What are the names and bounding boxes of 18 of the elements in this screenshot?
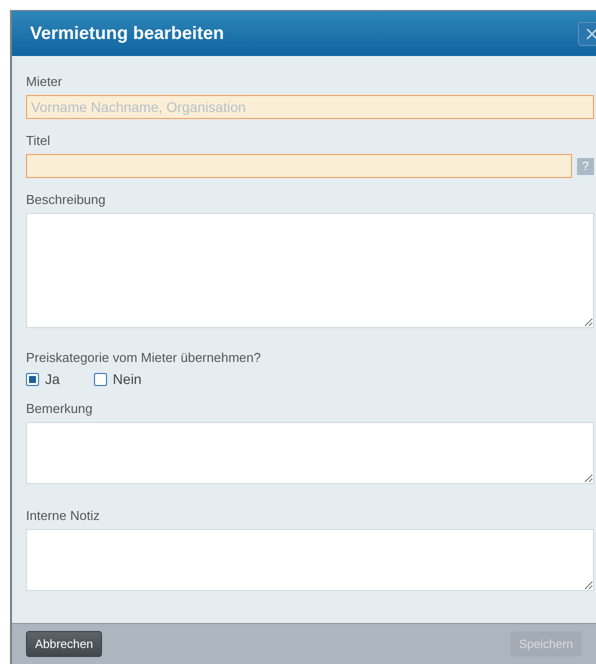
text-field[interactable]	[26, 154, 572, 178]
checkbox[interactable]	[26, 372, 39, 386]
text-area[interactable]	[26, 422, 594, 484]
text-area[interactable]	[26, 213, 594, 328]
field-label: Interne Notiz	[26, 508, 101, 523]
text-area[interactable]	[26, 529, 594, 591]
field-label: Mieter	[26, 74, 64, 89]
option-label: Nein	[112, 371, 142, 387]
help-button[interactable]: ?	[577, 158, 594, 174]
field-label: Beschreibung	[26, 192, 106, 207]
dialog-title: Vermietung bearbeiten	[30, 23, 224, 44]
cancel-button[interactable]: Abbrechen	[26, 631, 102, 657]
text-field[interactable]: Vorname Nachname, Organisation	[26, 95, 594, 119]
checkbox[interactable]	[94, 372, 107, 386]
field-label: Preiskategorie vom Mieter übernehmen?	[26, 350, 262, 365]
field-label: Bemerkung	[26, 401, 94, 416]
field-label: Titel	[26, 133, 52, 148]
option-label: Ja	[45, 371, 60, 387]
